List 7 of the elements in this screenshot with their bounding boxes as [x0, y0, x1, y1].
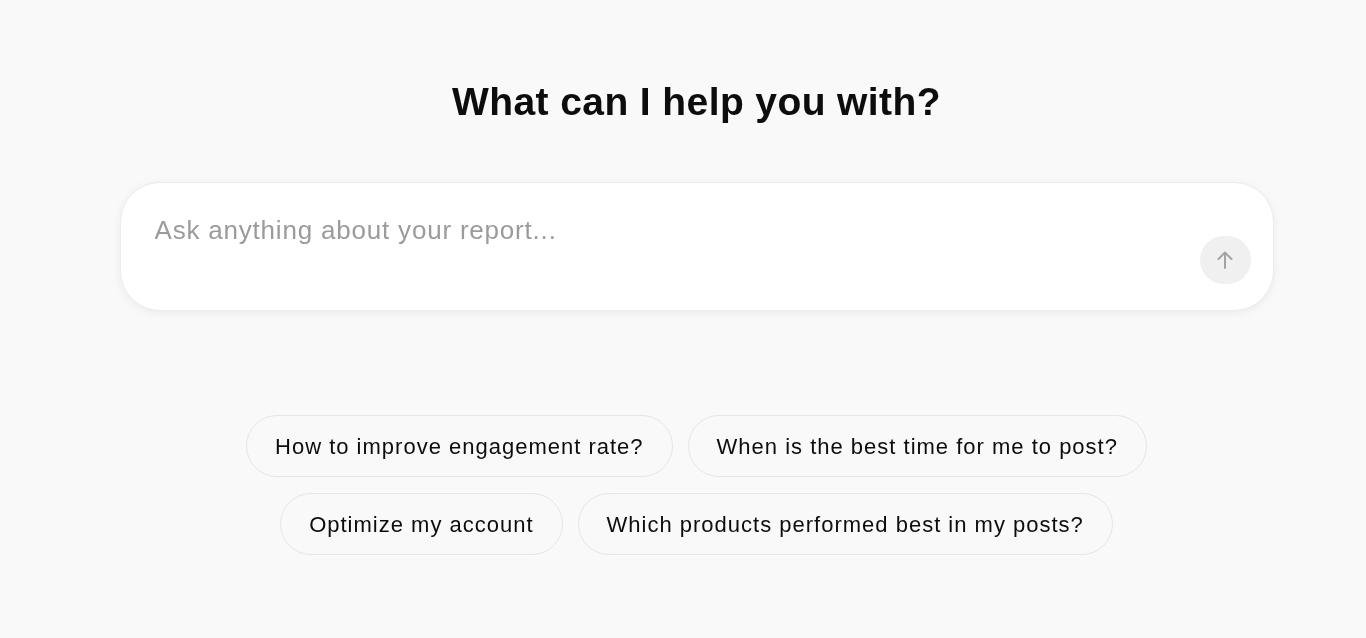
- arrow-up-icon: [1217, 251, 1233, 269]
- suggestion-chip[interactable]: Which products performed best in my posts?: [577, 493, 1113, 555]
- suggestion-chip[interactable]: How to improve engagement rate?: [246, 415, 673, 477]
- suggestion-chip[interactable]: When is the best time for me to post?: [687, 415, 1147, 477]
- suggestion-chip[interactable]: Optimize my account: [280, 493, 563, 555]
- message-input[interactable]: Ask anything about your report...: [154, 212, 1155, 248]
- page-heading: What can I help you with?: [452, 79, 941, 125]
